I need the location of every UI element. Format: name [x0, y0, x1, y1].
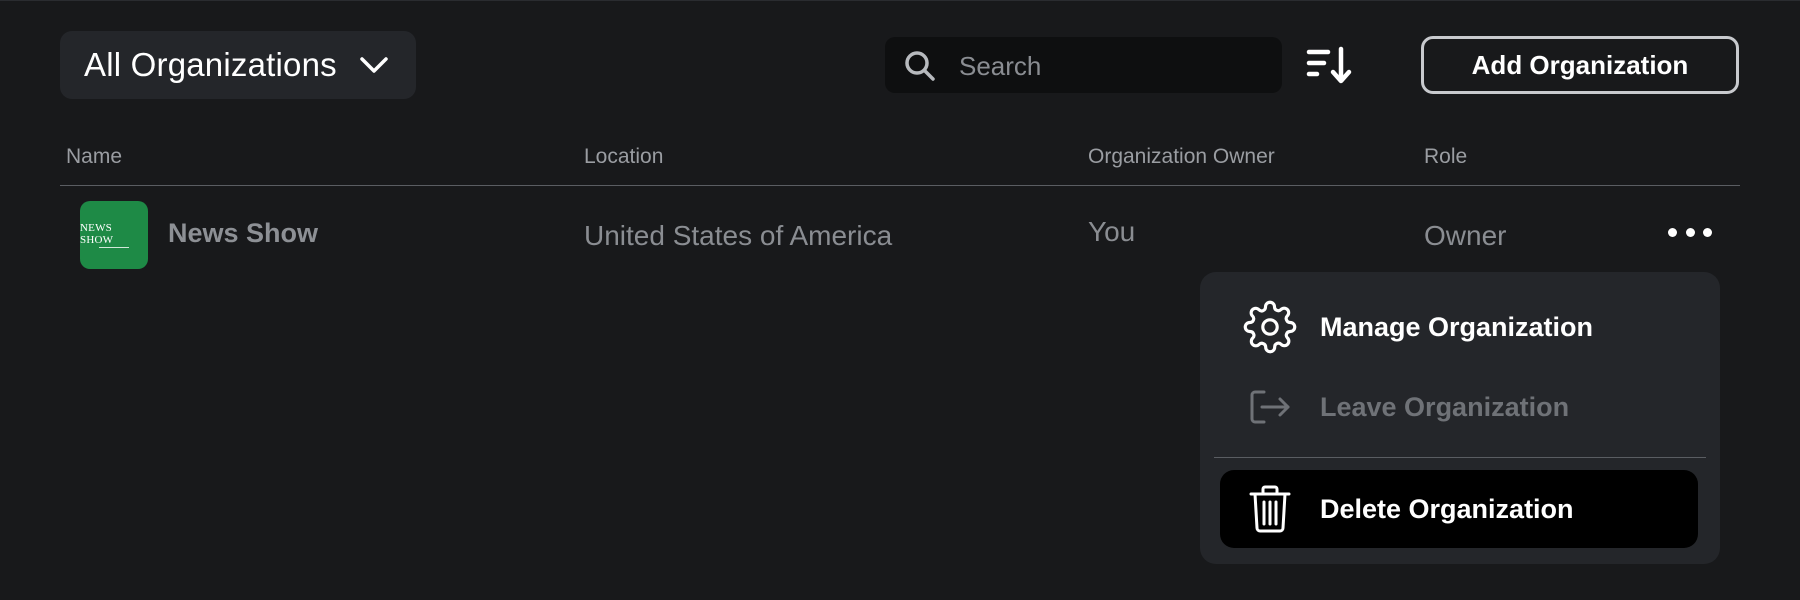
top-border: [0, 0, 1800, 1]
more-dot-icon: [1685, 227, 1695, 237]
gear-icon: [1242, 299, 1298, 355]
sort-button[interactable]: [1306, 45, 1354, 85]
chevron-down-icon: [359, 55, 389, 75]
column-header-name: Name: [66, 145, 123, 168]
exit-icon: [1242, 379, 1298, 435]
logo-text: NEWS SHOW: [80, 222, 114, 246]
row-actions-menu: Manage Organization Leave Organization D…: [1200, 272, 1720, 564]
organization-filter-label: All Organizations: [84, 46, 337, 83]
more-options-button[interactable]: [1668, 221, 1712, 243]
organization-logo: NEWS SHOW: [80, 201, 148, 269]
logo-underline: [99, 247, 129, 248]
organization-name[interactable]: News Show: [168, 218, 318, 249]
column-header-organization-owner: Organization Owner: [1088, 145, 1275, 168]
search-icon: [903, 49, 937, 88]
search-input[interactable]: [957, 37, 1261, 95]
sort-descending-icon: [1306, 46, 1354, 89]
add-organization-button[interactable]: Add Organization: [1421, 36, 1739, 94]
menu-item-leave-organization[interactable]: Leave Organization: [1220, 370, 1698, 444]
organization-owner: You: [1088, 216, 1136, 247]
search-box[interactable]: [885, 37, 1282, 95]
more-dot-icon: [1668, 227, 1677, 237]
menu-item-label: Manage Organization: [1320, 311, 1594, 342]
trash-icon: [1242, 481, 1298, 537]
menu-item-label: Delete Organization: [1320, 493, 1574, 524]
menu-item-delete-organization[interactable]: Delete Organization: [1220, 470, 1698, 548]
more-dot-icon: [1703, 227, 1712, 237]
header-divider: [60, 185, 1740, 186]
column-header-location: Location: [584, 145, 664, 168]
organization-role: Owner: [1424, 220, 1507, 251]
menu-item-manage-organization[interactable]: Manage Organization: [1220, 290, 1698, 364]
organization-filter-dropdown[interactable]: All Organizations: [60, 31, 416, 99]
organization-location: United States of America: [584, 220, 893, 251]
column-header-role: Role: [1424, 145, 1468, 168]
menu-divider: [1214, 457, 1706, 458]
menu-item-label: Leave Organization: [1320, 391, 1570, 422]
